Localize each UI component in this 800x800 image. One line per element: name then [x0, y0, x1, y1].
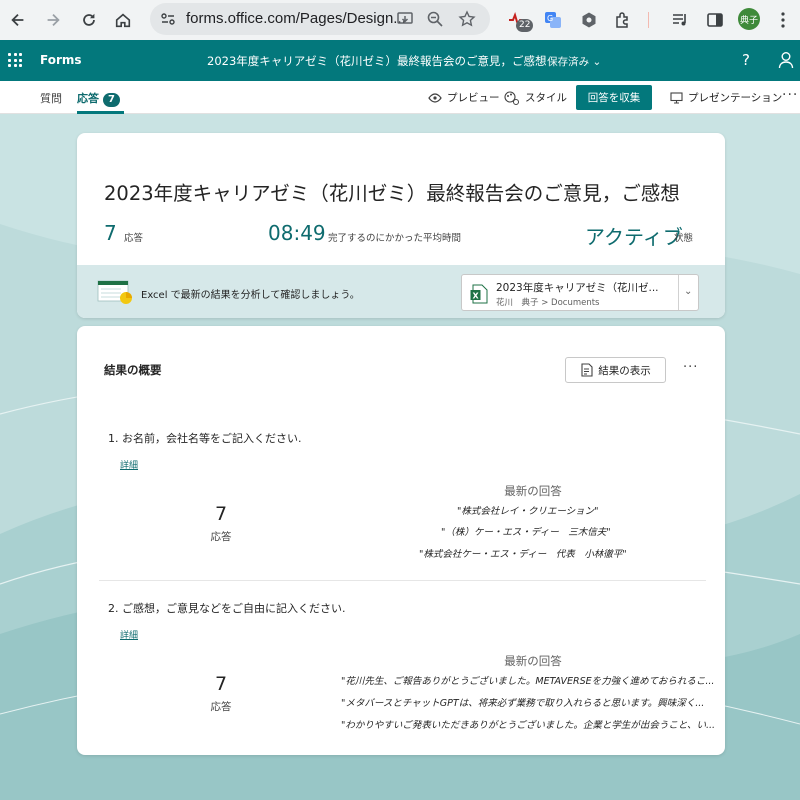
- forms-header: Forms 2023年度キャリアゼミ（花川ゼミ）最終報告会のご意見，ご感想 - …: [0, 40, 800, 81]
- excel-file-name: 2023年度キャリアゼミ（花川ゼ...: [496, 282, 659, 294]
- translate-extension-icon[interactable]: G: [540, 7, 566, 33]
- file-picker-divider: [678, 275, 679, 310]
- form-title: 2023年度キャリアゼミ（花川ゼミ）最終報告会のご意見，ご感想: [104, 182, 680, 205]
- excel-analysis-illustration-icon: [97, 280, 132, 304]
- question-2-response-label: 応答: [210, 701, 232, 713]
- browser-toolbar: forms.office.com/Pages/Design... 22 G 典子: [0, 0, 800, 40]
- style-label: スタイル: [525, 92, 567, 104]
- document-list-icon: [581, 363, 593, 377]
- chevron-down-icon[interactable]: ⌄: [684, 286, 692, 297]
- app-name[interactable]: Forms: [40, 53, 82, 67]
- summary-card: 2023年度キャリアゼミ（花川ゼミ）最終報告会のご意見，ご感想 7 応答 08:…: [77, 133, 725, 318]
- extensions-puzzle-icon[interactable]: [610, 7, 636, 33]
- question-2-title: 2. ご感想，ご意見などをご自由に記入ください.: [108, 602, 346, 615]
- style-button[interactable]: スタイル: [504, 90, 567, 105]
- question-2-latest-answer: "メタバースとチャットGPTは、将来必ず業務で取り入れらると思います。興味深く.…: [341, 698, 705, 709]
- home-icon[interactable]: [108, 5, 138, 35]
- palette-icon: [504, 90, 519, 105]
- eye-icon: [428, 92, 442, 103]
- responses-label: 応答: [124, 233, 144, 244]
- app-launcher-icon[interactable]: [8, 53, 22, 67]
- reload-icon[interactable]: [74, 5, 104, 35]
- side-panel-icon[interactable]: [702, 7, 728, 33]
- profile-avatar[interactable]: 典子: [738, 8, 760, 30]
- status-label: 状態: [674, 233, 694, 244]
- preview-button[interactable]: プレビュー: [428, 90, 500, 105]
- responses-count: 7: [104, 221, 117, 245]
- question-1-title: 1. お名前，会社名等をご記入ください.: [108, 432, 302, 445]
- excel-banner: Excel で最新の結果を分析して確認しましょう。 X 2023年度キャリアゼミ…: [77, 265, 725, 318]
- url-text[interactable]: forms.office.com/Pages/Design...: [186, 10, 406, 27]
- bookmark-star-icon[interactable]: [458, 10, 476, 28]
- browser-menu-icon[interactable]: [770, 7, 796, 33]
- preview-label: プレビュー: [447, 92, 500, 104]
- question-1-latest-title: 最新の回答: [504, 484, 562, 498]
- question-2-latest-answer: "わかりやすいご発表いただきありがとうございました。企業と学生が出会うこと、い.…: [341, 720, 716, 731]
- average-time-label: 完了するのにかかった平均時間: [328, 233, 462, 244]
- question-2-latest-answer: "花川先生、ご報告ありがとうございました。METAVERSEを力強く進めておられ…: [341, 676, 715, 687]
- extension-icon[interactable]: 22: [504, 7, 534, 33]
- toolbar-divider: [648, 12, 649, 28]
- extension-hex-icon[interactable]: [576, 7, 602, 33]
- question-1-details-link[interactable]: 詳細: [120, 458, 138, 471]
- view-results-label: 結果の表示: [598, 364, 651, 377]
- status-value: アクティブ: [585, 225, 683, 249]
- saved-status[interactable]: - 保存済み ⌄: [540, 54, 601, 69]
- excel-file-path: 花川 典子 > Documents: [496, 298, 600, 308]
- back-icon[interactable]: [3, 5, 33, 35]
- media-controls-icon[interactable]: [667, 7, 693, 33]
- svg-text:G: G: [547, 14, 553, 23]
- question-2-details-link[interactable]: 詳細: [120, 628, 138, 641]
- tab-responses-label: 応答: [77, 92, 99, 105]
- address-bar[interactable]: forms.office.com/Pages/Design...: [150, 3, 490, 35]
- view-results-button[interactable]: 結果の表示: [565, 357, 666, 383]
- extension-badge: 22: [516, 19, 534, 32]
- tab-questions[interactable]: 質問: [40, 90, 62, 106]
- document-title[interactable]: 2023年度キャリアゼミ（花川ゼミ）最終報告会のご意見，ご感想: [207, 53, 547, 69]
- results-more-icon[interactable]: ···: [683, 360, 698, 375]
- question-1-response-label: 応答: [210, 531, 232, 543]
- site-settings-icon[interactable]: [160, 11, 176, 27]
- question-divider: [99, 580, 706, 581]
- monitor-icon: [670, 91, 683, 104]
- question-1-latest-answer: "株式会社ケー・エス・ディー 代表 小林徹平": [419, 549, 627, 560]
- command-bar: 質問 応答 7 プレビュー スタイル 回答を収集 プレゼンテーション ···: [0, 81, 800, 114]
- zoom-icon[interactable]: [426, 10, 444, 28]
- tab-responses[interactable]: 応答 7: [77, 90, 120, 107]
- install-app-icon[interactable]: [396, 10, 414, 28]
- chevron-down-icon: ⌄: [592, 56, 602, 68]
- responses-count-badge: 7: [103, 93, 120, 107]
- collect-responses-button[interactable]: 回答を収集: [576, 85, 652, 110]
- svg-text:X: X: [473, 292, 480, 301]
- results-card: 結果の概要 結果の表示 ··· 1. お名前，会社名等をご記入ください. 詳細 …: [77, 326, 725, 755]
- excel-message: Excel で最新の結果を分析して確認しましょう。: [141, 290, 360, 301]
- more-options-icon[interactable]: ···: [782, 87, 798, 103]
- question-2-response-count: 7: [214, 673, 228, 695]
- average-time: 08:49: [268, 221, 326, 245]
- question-2-latest-title: 最新の回答: [504, 654, 562, 668]
- question-1-latest-answer: "（株）ケー・エス・ディー 三木信夫": [441, 527, 611, 538]
- results-summary-title: 結果の概要: [104, 363, 162, 377]
- excel-file-picker[interactable]: X 2023年度キャリアゼミ（花川ゼ... 花川 典子 > Documents …: [461, 274, 699, 311]
- present-label: プレゼンテーション: [688, 92, 783, 104]
- question-1-latest-answer: "株式会社レイ・クリエーション": [457, 506, 599, 517]
- forward-icon[interactable]: [38, 5, 68, 35]
- question-1-response-count: 7: [214, 503, 228, 525]
- excel-file-icon: X: [470, 284, 488, 304]
- account-icon[interactable]: [778, 51, 794, 69]
- present-button[interactable]: プレゼンテーション: [670, 90, 782, 105]
- help-icon[interactable]: ?: [742, 51, 750, 69]
